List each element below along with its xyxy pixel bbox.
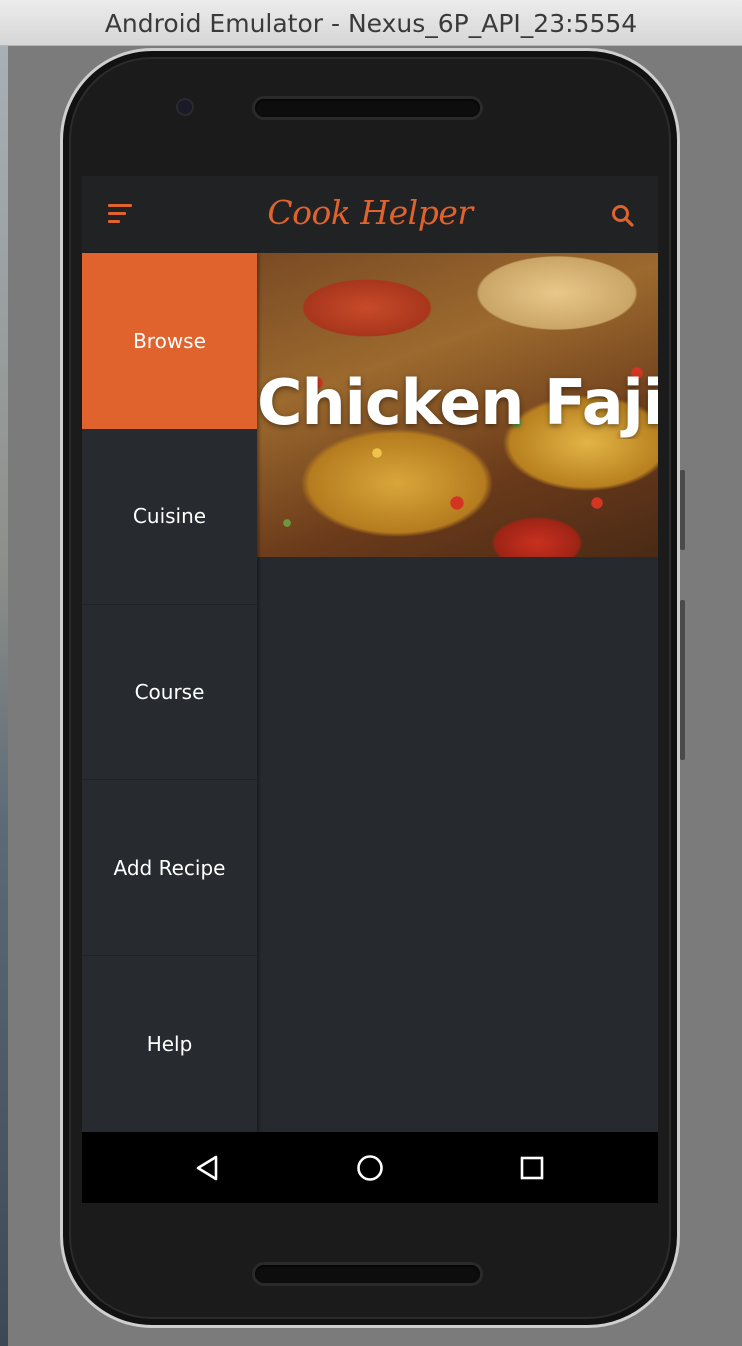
back-icon[interactable] <box>192 1152 224 1184</box>
window-titlebar: Android Emulator - Nexus_6P_API_23:5554 <box>0 0 742 46</box>
drawer-item-label: Browse <box>133 328 206 353</box>
drawer-item-browse[interactable]: Browse <box>82 253 257 429</box>
app-bar: Cook Helper <box>82 176 658 253</box>
featured-recipe-title: Chicken Fajita <box>257 366 658 439</box>
system-navigation-bar <box>82 1132 658 1203</box>
navigation-drawer: Browse Cuisine Course Add Recipe Help <box>82 253 257 1132</box>
desktop-background-right <box>734 46 742 1346</box>
drawer-item-cuisine[interactable]: Cuisine <box>82 429 257 605</box>
menu-icon[interactable] <box>108 203 134 225</box>
volume-button[interactable] <box>680 600 685 760</box>
recents-icon[interactable] <box>516 1152 548 1184</box>
bottom-speaker <box>255 1265 480 1283</box>
desktop-background <box>0 46 8 1346</box>
front-camera <box>178 100 192 114</box>
drawer-item-course[interactable]: Course <box>82 605 257 781</box>
drawer-item-label: Course <box>134 679 205 704</box>
drawer-item-label: Help <box>146 1032 193 1057</box>
device-screen: Cook Helper Chicken Fajita Browse Cuisin… <box>82 176 658 1203</box>
drawer-item-label: Cuisine <box>132 504 207 529</box>
power-button[interactable] <box>680 470 685 550</box>
drawer-item-add-recipe[interactable]: Add Recipe <box>82 780 257 957</box>
home-icon[interactable] <box>354 1152 386 1184</box>
featured-recipe-banner[interactable]: Chicken Fajita <box>257 253 658 557</box>
app-title: Cook Helper <box>267 193 473 232</box>
drawer-item-label: Add Recipe <box>113 855 226 880</box>
window-title: Android Emulator - Nexus_6P_API_23:5554 <box>104 9 638 38</box>
top-speaker <box>255 99 480 117</box>
search-icon[interactable] <box>610 203 636 229</box>
drawer-item-help[interactable]: Help <box>82 956 257 1132</box>
